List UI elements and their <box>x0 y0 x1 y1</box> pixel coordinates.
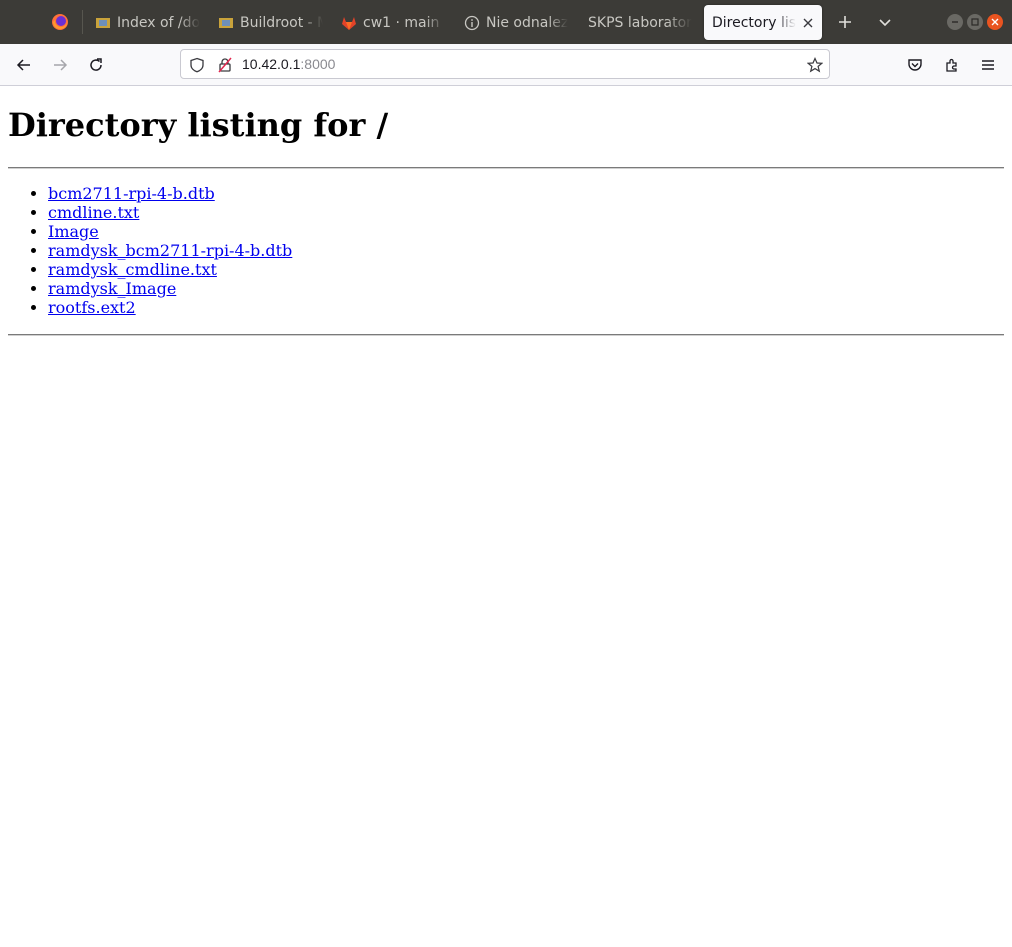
reload-icon[interactable] <box>83 52 109 78</box>
tab-label: Nie odnalez <box>486 14 569 31</box>
tab-index-of[interactable]: Index of /do <box>95 5 205 40</box>
page-content: Directory listing for / bcm2711-rpi-4-b.… <box>0 86 1012 947</box>
list-tabs-chevron-icon[interactable] <box>873 10 897 34</box>
minimize-icon[interactable] <box>947 14 963 30</box>
address-bar[interactable]: 10.42.0.1:8000 <box>180 49 830 79</box>
tab-skps[interactable]: SKPS laboratori <box>588 5 692 40</box>
list-item: cmdline.txt <box>48 203 292 222</box>
tab-nie-odnalez[interactable]: Nie odnalez <box>464 5 570 40</box>
tab-label: Directory list <box>712 14 796 31</box>
back-arrow-icon[interactable] <box>11 52 37 78</box>
extensions-icon[interactable] <box>939 52 965 78</box>
list-item: ramdysk_cmdline.txt <box>48 260 292 279</box>
file-link[interactable]: bcm2711-rpi-4-b.dtb <box>48 184 215 203</box>
list-item: Image <box>48 222 292 241</box>
tab-bar: Index of /do Buildroot - M cw1 · main · … <box>0 0 1012 44</box>
tab-buildroot[interactable]: Buildroot - M <box>218 5 323 40</box>
gitlab-icon <box>341 15 357 31</box>
new-tab-icon[interactable] <box>833 10 857 34</box>
firefox-icon[interactable] <box>48 10 72 34</box>
file-link[interactable]: rootfs.ext2 <box>48 298 136 317</box>
pocket-icon[interactable] <box>902 52 928 78</box>
tab-gitlab[interactable]: cw1 · main · <box>341 5 445 40</box>
close-tab-icon[interactable] <box>800 15 816 31</box>
info-icon <box>464 15 480 31</box>
list-item: ramdysk_bcm2711-rpi-4-b.dtb <box>48 241 292 260</box>
file-link[interactable]: ramdysk_Image <box>48 279 176 298</box>
tab-label: cw1 · main · <box>363 14 445 31</box>
tab-label: Buildroot - M <box>240 14 323 31</box>
url-host: 10.42.0.1 <box>242 56 301 72</box>
page-heading: Directory listing for / <box>8 106 389 144</box>
url-port: :8000 <box>300 56 336 72</box>
buildroot-icon <box>218 15 234 31</box>
tab-directory-listing[interactable]: Directory list <box>704 5 822 40</box>
list-item: ramdysk_Image <box>48 279 292 298</box>
bookmark-star-icon[interactable] <box>806 56 824 74</box>
tab-label: Index of /do <box>117 14 201 31</box>
maximize-icon[interactable] <box>967 14 983 30</box>
url-text: 10.42.0.1:8000 <box>242 56 335 72</box>
list-item: rootfs.ext2 <box>48 298 292 317</box>
bottom-divider <box>8 334 1004 336</box>
file-link[interactable]: cmdline.txt <box>48 203 139 222</box>
file-list: bcm2711-rpi-4-b.dtb cmdline.txt Image ra… <box>0 184 292 317</box>
top-divider <box>8 167 1004 169</box>
list-item: bcm2711-rpi-4-b.dtb <box>48 184 292 203</box>
navigation-toolbar: 10.42.0.1:8000 <box>0 44 1012 86</box>
file-link[interactable]: Image <box>48 222 99 241</box>
file-link[interactable]: ramdysk_cmdline.txt <box>48 260 217 279</box>
buildroot-icon <box>95 15 111 31</box>
forward-arrow-icon[interactable] <box>47 52 73 78</box>
hamburger-menu-icon[interactable] <box>975 52 1001 78</box>
file-link[interactable]: ramdysk_bcm2711-rpi-4-b.dtb <box>48 241 292 260</box>
shield-icon[interactable] <box>188 56 206 74</box>
close-window-icon[interactable] <box>987 14 1003 30</box>
tab-label: SKPS laboratori <box>588 14 692 31</box>
insecure-lock-icon[interactable] <box>216 56 234 74</box>
